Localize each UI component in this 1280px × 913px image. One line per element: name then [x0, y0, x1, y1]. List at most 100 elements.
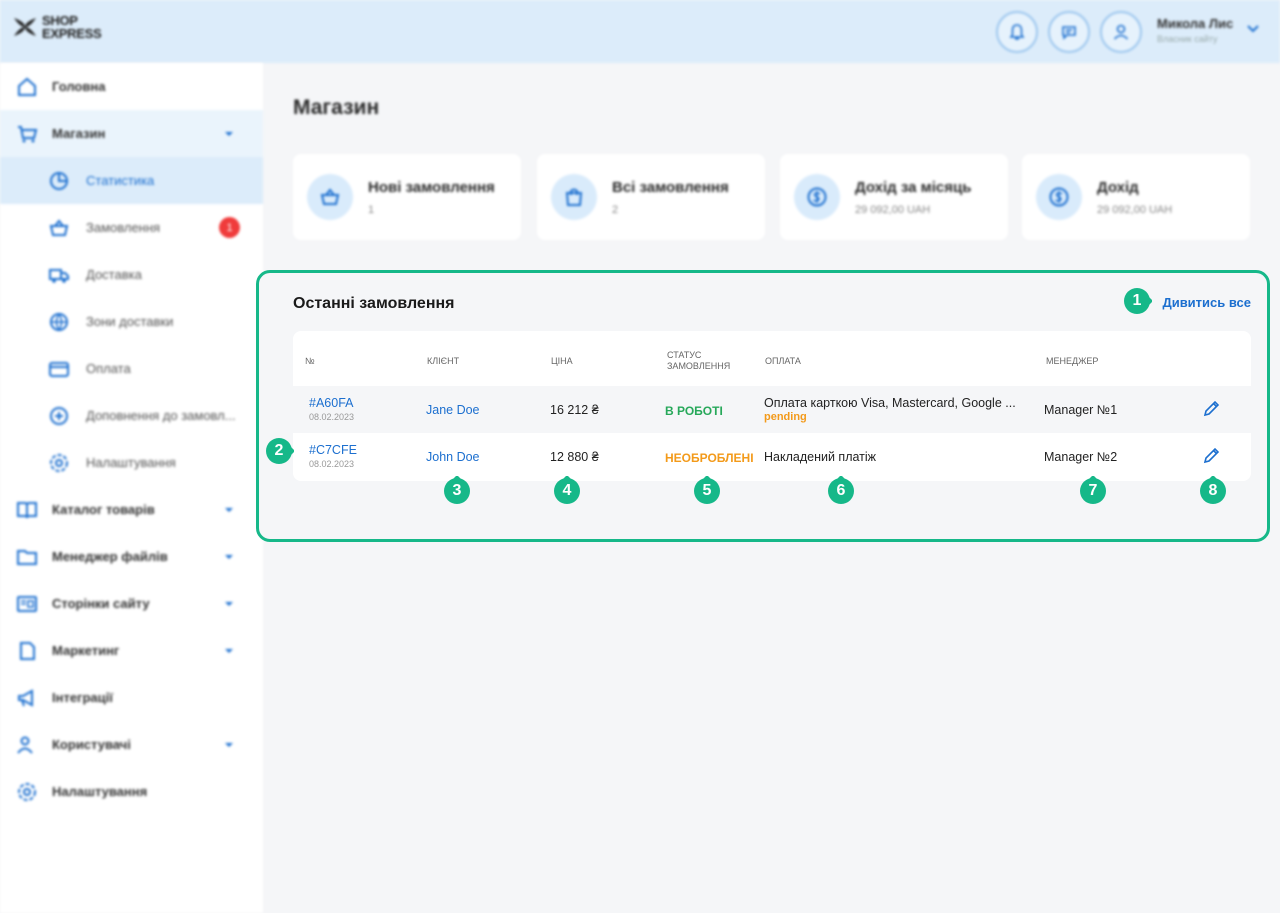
view-all-link[interactable]: Дивитись все	[1162, 295, 1251, 310]
sidebar-item-statistics[interactable]: Статистика	[0, 157, 263, 204]
sidebar-item-file-manager[interactable]: Менеджер файлів	[0, 533, 263, 580]
stat-card-income[interactable]: Дохід 29 092,00 UAH	[1022, 154, 1250, 240]
callout-marker-2: 2	[264, 436, 294, 466]
gear-icon	[50, 453, 68, 472]
callout-marker-7: 7	[1078, 476, 1108, 506]
sidebar-item-orders[interactable]: Замовлення 1	[0, 204, 263, 251]
chevron-down-icon	[225, 507, 233, 512]
sidebar-item-integrations[interactable]: Інтеграції	[0, 674, 263, 721]
sidebar-item-label: Користувачі	[52, 737, 131, 752]
plus-circle-icon	[50, 406, 68, 425]
manager-name: Manager №2	[1044, 450, 1118, 464]
messages-button[interactable]	[1048, 11, 1090, 53]
sidebar-item-label: Маркетинг	[52, 643, 120, 658]
column-header-client: Клієнт	[427, 356, 460, 366]
sidebar-item-home[interactable]: Головна	[0, 63, 263, 110]
profile-button[interactable]	[1100, 11, 1142, 53]
pie-chart-icon	[50, 171, 68, 190]
sidebar-item-label: Інтеграції	[52, 690, 113, 705]
globe-icon	[50, 312, 68, 331]
sidebar-item-catalog[interactable]: Каталог товарів	[0, 486, 263, 533]
payment-method: Накладений платіж	[764, 450, 877, 464]
sidebar-item-marketing[interactable]: Маркетинг	[0, 627, 263, 674]
marker-number: 1	[1132, 292, 1142, 309]
order-id-link[interactable]: #A60FA	[309, 396, 354, 410]
pencil-icon	[1203, 400, 1220, 417]
sidebar-item-label: Оплата	[86, 361, 131, 376]
stat-card-monthly-income[interactable]: Дохід за місяць 29 092,00 UAH	[780, 154, 1008, 240]
marker-number: 3	[452, 482, 462, 499]
chevron-down-icon	[225, 601, 233, 606]
column-header-status: Статус замовлення	[667, 350, 731, 371]
sidebar-item-settings[interactable]: Налаштування	[0, 768, 263, 815]
logo-mark-icon	[14, 18, 36, 36]
edit-order-button[interactable]	[1200, 398, 1222, 420]
order-date: 08.02.2023	[309, 459, 355, 469]
stat-card-new-orders[interactable]: Нові замовлення 1	[293, 154, 521, 240]
sidebar-item-label: Налаштування	[52, 784, 148, 799]
callout-marker-5: 5	[692, 476, 722, 506]
callout-marker-3: 3	[442, 476, 472, 506]
dollar-icon	[794, 174, 840, 220]
sidebar-item-label: Доповнення до замовл...	[86, 408, 236, 423]
chevron-down-icon	[225, 648, 233, 653]
sidebar-item-label: Менеджер файлів	[52, 549, 168, 564]
sidebar-item-payment[interactable]: Оплата	[0, 345, 263, 392]
client-link[interactable]: Jane Doe	[426, 403, 480, 417]
sidebar-item-site-pages[interactable]: Сторінки сайту	[0, 580, 263, 627]
page-title: Магазин	[293, 96, 380, 119]
callout-marker-8: 8	[1198, 476, 1228, 506]
callout-marker-4: 4	[552, 476, 582, 506]
user-menu[interactable]: Микола Лис Власник сайту	[1157, 16, 1233, 44]
recent-orders-section: Останні замовлення Дивитись все № Клієнт…	[256, 270, 1270, 542]
callout-marker-1: 1	[1122, 286, 1152, 316]
top-bar: SHOP EXPRESS Микола Лис Власник сайту	[0, 0, 1280, 63]
cart-icon	[18, 125, 38, 142]
sidebar-item-label: Доставка	[86, 267, 142, 282]
sidebar-item-order-addons[interactable]: Доповнення до замовл...	[0, 392, 263, 439]
order-price: 12 880 ₴	[550, 450, 599, 464]
sidebar-item-label: Головна	[52, 79, 106, 94]
tag-icon	[20, 641, 35, 660]
sidebar-item-label: Зони доставки	[86, 314, 174, 329]
sidebar-item-delivery-zones[interactable]: Зони доставки	[0, 298, 263, 345]
table-row[interactable]: #A60FA 08.02.2023 Jane Doe 16 212 ₴ В РО…	[293, 386, 1251, 433]
chevron-down-icon	[225, 131, 233, 136]
stat-title: Дохід	[1097, 179, 1139, 196]
marker-number: 8	[1208, 482, 1218, 499]
marker-number: 4	[562, 482, 572, 499]
folder-icon	[17, 549, 37, 565]
sidebar-item-users[interactable]: Користувачі	[0, 721, 263, 768]
stat-value: 1	[368, 204, 375, 216]
payment-status: pending	[764, 411, 807, 423]
order-id-link[interactable]: #C7CFE	[309, 443, 357, 457]
basket-icon	[49, 218, 69, 236]
stat-card-all-orders[interactable]: Всі замовлення 2	[537, 154, 765, 240]
chevron-down-icon	[225, 742, 233, 747]
marker-number: 6	[836, 482, 846, 499]
column-header-payment: Оплата	[765, 356, 801, 366]
callout-marker-6: 6	[826, 476, 856, 506]
pages-icon	[17, 595, 37, 612]
sidebar: Головна Магазин Статистика Замовлення 1 …	[0, 63, 263, 913]
section-title: Останні замовлення	[293, 295, 455, 312]
sidebar-item-delivery[interactable]: Доставка	[0, 251, 263, 298]
chat-icon	[1062, 26, 1076, 40]
client-link[interactable]: John Doe	[426, 450, 480, 464]
basket-icon	[307, 174, 353, 220]
stat-value: 29 092,00 UAH	[855, 204, 931, 216]
edit-order-button[interactable]	[1200, 445, 1222, 467]
megaphone-icon	[18, 688, 33, 707]
table-row[interactable]: #C7CFE 08.02.2023 John Doe 12 880 ₴ НЕОБ…	[293, 433, 1251, 480]
stat-value: 2	[612, 204, 619, 216]
home-icon	[18, 77, 36, 96]
notifications-button[interactable]	[996, 11, 1038, 53]
sidebar-item-label: Замовлення	[86, 220, 161, 235]
marker-number: 2	[274, 442, 284, 459]
sidebar-item-shop-settings[interactable]: Налаштування	[0, 439, 263, 486]
chevron-down-icon[interactable]	[1247, 24, 1259, 34]
logo[interactable]: SHOP EXPRESS	[12, 14, 102, 40]
sidebar-item-shop[interactable]: Магазин	[0, 110, 263, 157]
sidebar-item-label: Каталог товарів	[52, 502, 155, 517]
user-name: Микола Лис	[1157, 16, 1234, 31]
